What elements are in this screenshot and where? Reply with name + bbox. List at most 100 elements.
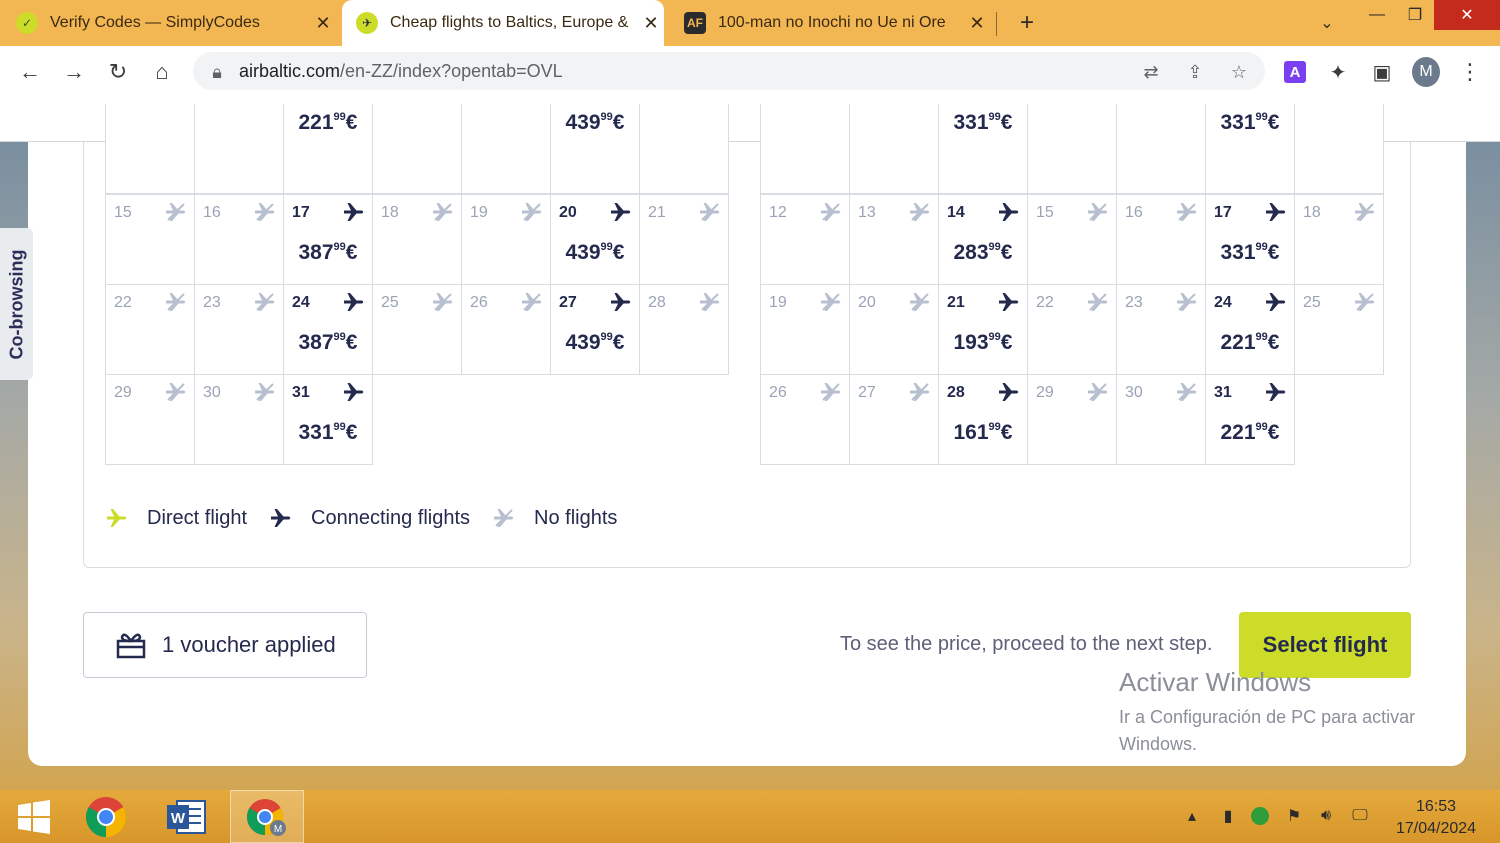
windows-taskbar: W M ▴ ▮ ⚑ 🔊︎ 🖵︎	[0, 790, 1500, 843]
calendar-day-cell[interactable]: 33199€	[1205, 104, 1295, 194]
calendar-day-cell[interactable]: 24 38799€	[283, 284, 373, 375]
volume-icon[interactable]: 🔊︎	[1314, 804, 1338, 828]
connecting-flight-icon	[1266, 203, 1286, 221]
calendar-day-cell: 22	[105, 284, 195, 375]
calendar-day-cell[interactable]: 21 19399€	[938, 284, 1028, 375]
connecting-flight-icon	[1266, 293, 1286, 311]
calendar-day-cell[interactable]: 20 43999€	[550, 194, 640, 285]
extensions-puzzle-icon[interactable]: ✦	[1324, 58, 1352, 86]
extension-a-icon[interactable]: A	[1281, 58, 1309, 86]
start-windows-icon[interactable]	[4, 790, 64, 843]
clock-date: 17/04/2024	[1395, 820, 1477, 837]
fare-price: 22199€	[1220, 331, 1280, 354]
calendar-day-cell[interactable]: 27 43999€	[550, 284, 640, 375]
menu-kebab-icon[interactable]: ⋮	[1456, 58, 1484, 86]
calendar-day-cell[interactable]: 24 22199€	[1205, 284, 1295, 375]
day-number: 30	[203, 384, 221, 401]
day-number: 16	[203, 204, 221, 221]
calendar-day-cell[interactable]: 14 28399€	[938, 194, 1028, 285]
no-flight-icon	[910, 203, 930, 221]
calendar-day-cell[interactable]: 31 33199€	[283, 374, 373, 465]
translate-icon[interactable]: ⇄	[1139, 60, 1163, 84]
no-flight-icon	[821, 383, 841, 401]
share-icon[interactable]: ⇪	[1183, 60, 1207, 84]
back-arrow-icon[interactable]: ←	[16, 58, 44, 86]
windows-activation-watermark: Activar Windows Ir a Configuración de PC…	[1119, 667, 1449, 758]
calendar-day-cell: 16	[1116, 194, 1206, 285]
no-flight-icon	[433, 293, 453, 311]
tab-search-chevron-down-icon[interactable]: ⌄	[1304, 8, 1350, 38]
calendar-day-cell	[1027, 104, 1117, 194]
side-panel-icon[interactable]: ▣	[1368, 58, 1396, 86]
day-number: 14	[947, 204, 965, 221]
tab-manga[interactable]: AF 100-man no Inochi no Ue ni Ore ✕	[684, 0, 990, 46]
action-center-flag-icon[interactable]: ⚑	[1282, 804, 1306, 828]
fare-price: 22199€	[1220, 421, 1280, 444]
calendar-day-cell[interactable]: 17 33199€	[1205, 194, 1295, 285]
cobrowsing-tab[interactable]: Co-browsing	[0, 228, 33, 380]
no-flight-icon	[910, 383, 930, 401]
fare-price: 28399€	[953, 241, 1013, 264]
tray-chevron-up-icon[interactable]: ▴	[1180, 804, 1204, 828]
home-icon[interactable]: ⌂	[148, 58, 176, 86]
legend-direct-label: Direct flight	[147, 506, 248, 529]
calendar-day-cell[interactable]: 28 16199€	[938, 374, 1028, 465]
tab-airbaltic[interactable]: ✈ Cheap flights to Baltics, Europe & ✕	[342, 0, 664, 46]
restore-icon[interactable]: ❐	[1392, 0, 1438, 30]
tab-simplycodes[interactable]: ✓ Verify Codes — SimplyCodes ✕	[16, 0, 336, 46]
network-status-icon[interactable]	[1248, 804, 1272, 828]
calendar-day-cell[interactable]: 22199€	[283, 104, 373, 194]
calendar-day-cell: 18	[1294, 194, 1384, 285]
new-tab-icon[interactable]: +	[1004, 8, 1050, 38]
calendar-day-cell: 29	[1027, 374, 1117, 465]
calendar-day-cell[interactable]: 17 38799€	[283, 194, 373, 285]
chrome-taskbar-icon[interactable]	[76, 790, 136, 843]
close-window-icon[interactable]: ✕	[1434, 0, 1500, 30]
address-bar[interactable]: 🔒︎ airbaltic.com/en-ZZ/index?opentab=OVL…	[193, 52, 1265, 90]
bookmark-star-icon[interactable]: ☆	[1227, 60, 1251, 84]
reload-icon[interactable]: ↻	[104, 58, 132, 86]
calendar-day-cell[interactable]: 43999€	[550, 104, 640, 194]
calendar-day-cell: 12	[760, 194, 850, 285]
close-tab-icon[interactable]: ✕	[964, 13, 990, 34]
day-number: 13	[858, 204, 876, 221]
taskbar-clock[interactable]: 16:53 17/04/2024	[1380, 796, 1492, 840]
day-number: 31	[292, 384, 310, 401]
no-flight-icon	[1355, 203, 1375, 221]
calendar-day-cell: 29	[105, 374, 195, 465]
calendar-day-cell: 22	[1027, 284, 1117, 375]
forward-arrow-icon[interactable]: →	[60, 58, 88, 86]
calendar-day-cell: 19	[760, 284, 850, 375]
no-flight-icon	[166, 293, 186, 311]
simplycodes-favicon-icon: ✓	[16, 12, 38, 34]
no-flight-icon	[910, 293, 930, 311]
battery-icon[interactable]: ▮	[1216, 804, 1240, 828]
no-flight-icon	[1177, 293, 1197, 311]
fare-price: 38799€	[298, 331, 358, 354]
monitor-network-icon[interactable]: 🖵︎	[1348, 804, 1372, 828]
calendar-day-cell	[461, 104, 551, 194]
fare-price: 43999€	[565, 241, 625, 264]
chrome-profile-taskbar-icon[interactable]: M	[230, 790, 304, 843]
connecting-flight-icon	[271, 509, 291, 527]
word-taskbar-icon[interactable]: W	[156, 790, 216, 843]
voucher-button[interactable]: 1 voucher applied	[83, 612, 367, 678]
day-number: 22	[1036, 294, 1054, 311]
no-flights-icon	[494, 509, 514, 527]
close-tab-icon[interactable]: ✕	[638, 13, 664, 34]
no-flight-icon	[1177, 203, 1197, 221]
fare-price: 19399€	[953, 331, 1013, 354]
lock-icon[interactable]: 🔒︎	[205, 60, 229, 84]
fare-price: 38799€	[298, 241, 358, 264]
calendar-day-cell[interactable]: 33199€	[938, 104, 1028, 194]
tab-title: Verify Codes — SimplyCodes	[50, 14, 260, 31]
no-flight-icon	[821, 203, 841, 221]
calendar-day-cell: 15	[105, 194, 195, 285]
day-number: 24	[292, 294, 310, 311]
calendar-day-cell: 25	[1294, 284, 1384, 375]
profile-avatar[interactable]: M	[1412, 57, 1440, 87]
calendar-day-cell[interactable]: 31 22199€	[1205, 374, 1295, 465]
calendar-day-cell: 27	[849, 374, 939, 465]
day-number: 24	[1214, 294, 1232, 311]
close-tab-icon[interactable]: ✕	[310, 13, 336, 34]
